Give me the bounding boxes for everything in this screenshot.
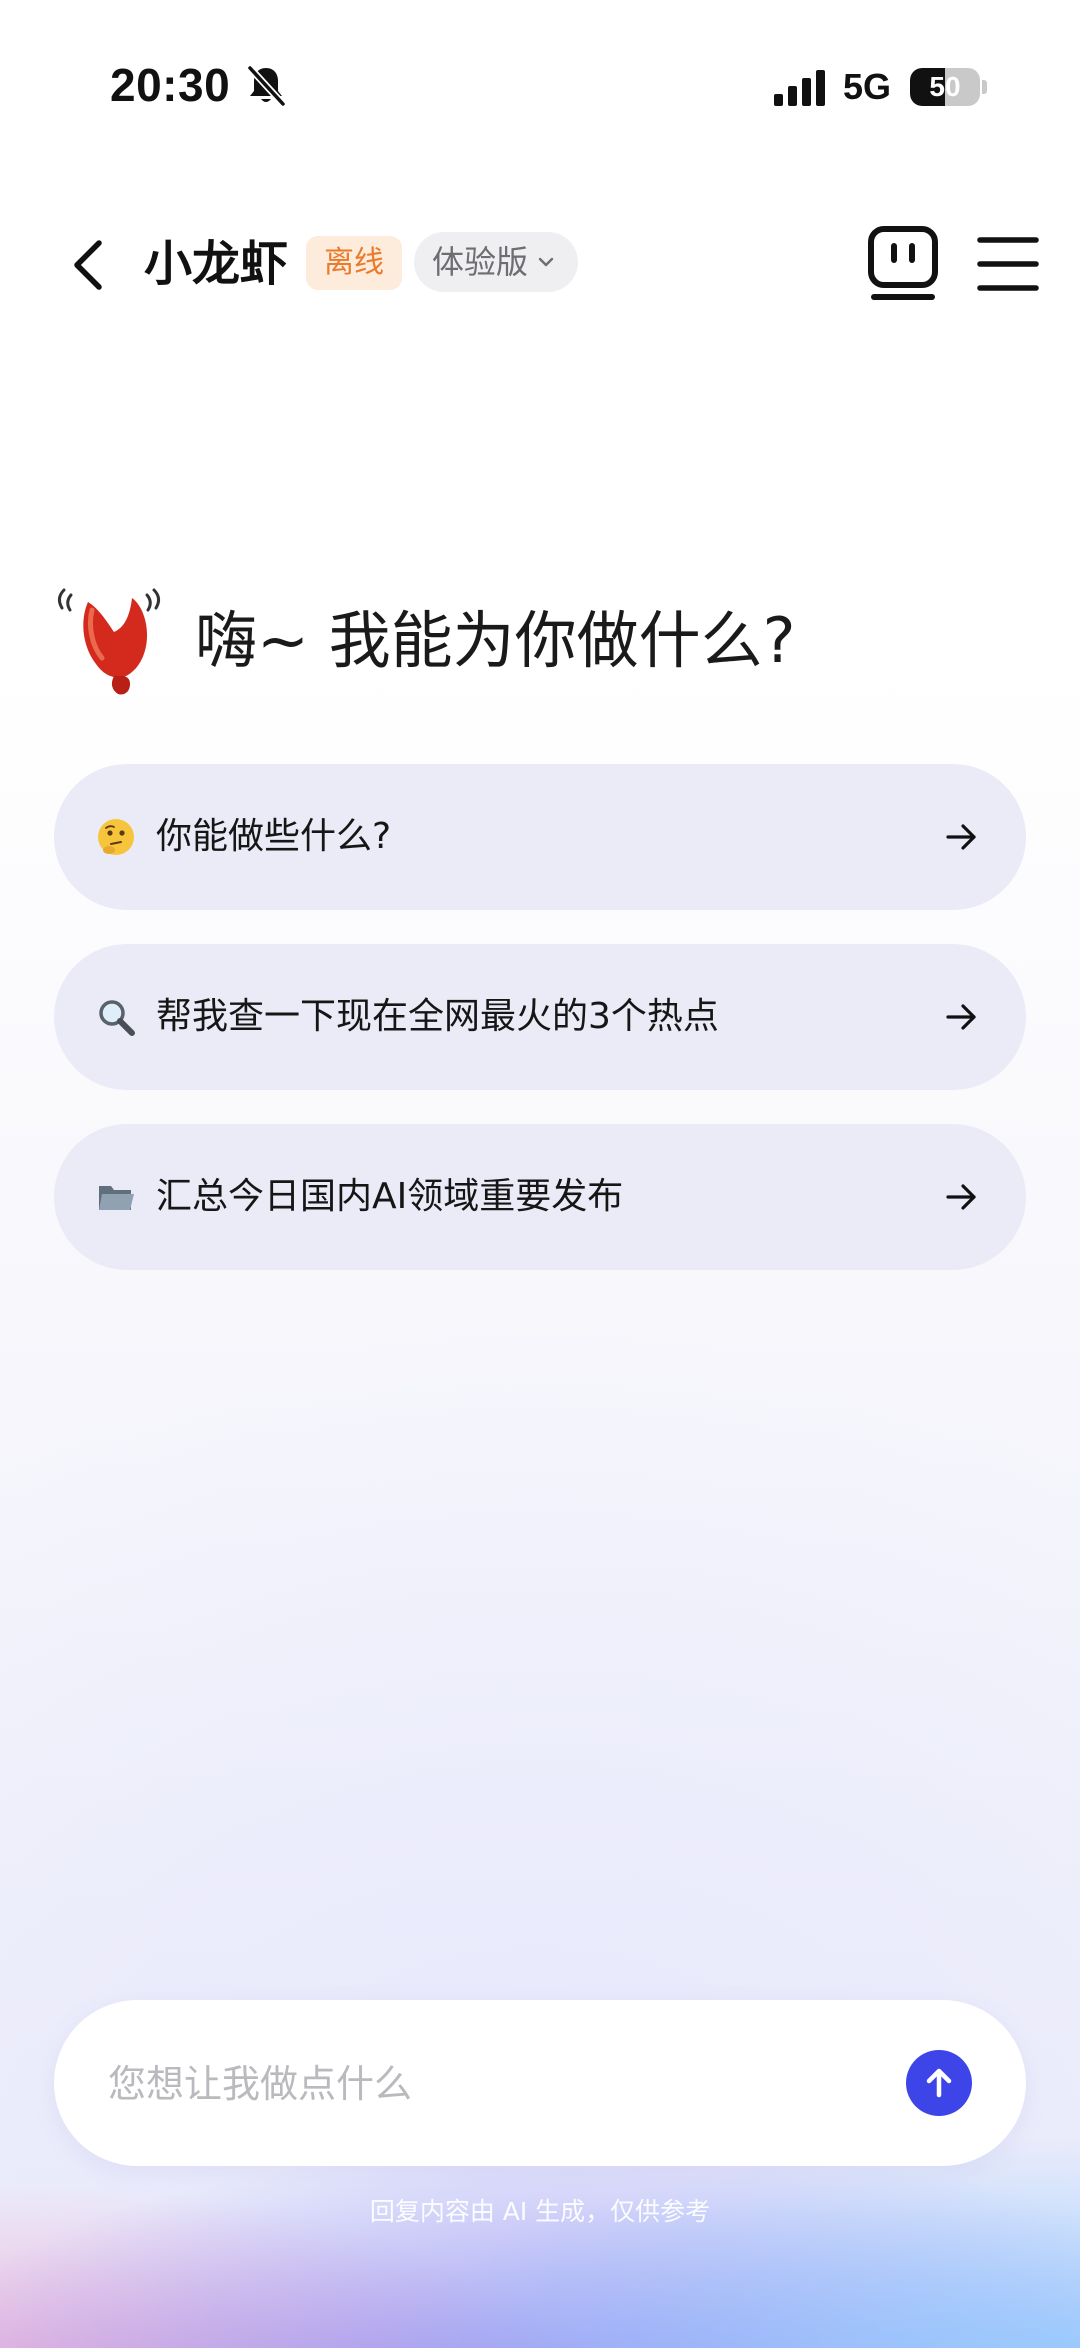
- version-dropdown[interactable]: 体验版: [414, 232, 579, 292]
- battery-cap: [982, 80, 987, 94]
- arrow-right-icon: [946, 1004, 976, 1030]
- chevron-down-icon: [538, 257, 554, 267]
- battery-icon: 50: [910, 68, 980, 106]
- suggestion-card[interactable]: 帮我查一下现在全网最火的3个热点: [54, 944, 1026, 1090]
- suggestion-text: 帮我查一下现在全网最火的3个热点: [156, 996, 719, 1037]
- message-composer: [54, 2000, 1026, 2166]
- arrow-right-icon: [946, 1184, 976, 1210]
- top-nav: 小龙虾 离线 体验版: [0, 210, 1080, 320]
- status-time: 20:30: [110, 59, 231, 111]
- suggestion-text: 你能做些什么?: [156, 816, 392, 857]
- message-input[interactable]: [106, 2040, 870, 2128]
- arrow-right-icon: [946, 824, 976, 850]
- arrow-up-icon: [926, 2068, 952, 2098]
- status-badge: 离线: [306, 236, 402, 290]
- hamburger-menu-icon[interactable]: [976, 232, 1040, 296]
- thinking-face-icon: [98, 819, 134, 855]
- folder-icon: [99, 1186, 134, 1210]
- battery-level: 50: [929, 71, 961, 102]
- suggestion-card[interactable]: 汇总今日国内AI领域重要发布: [54, 1124, 1026, 1270]
- greeting-text: 嗨~ 我能为你做什么?: [195, 604, 796, 677]
- robot-face-icon[interactable]: [868, 226, 938, 302]
- chevron-left-icon: [74, 240, 102, 290]
- status-bar: 20:30 5G 50: [0, 0, 1080, 170]
- send-button[interactable]: [906, 2050, 972, 2116]
- network-type: 5G: [843, 66, 892, 107]
- version-label: 体验版: [432, 243, 529, 281]
- greeting: 嗨~ 我能为你做什么?: [52, 580, 1032, 700]
- lobster-claw-icon: [57, 588, 161, 695]
- suggestion-card[interactable]: 你能做些什么?: [54, 764, 1026, 910]
- agent-name: 小龙虾: [144, 236, 289, 292]
- ai-disclaimer: 回复内容由 AI 生成，仅供参考: [369, 2197, 711, 2226]
- suggestion-text: 汇总今日国内AI领域重要发布: [156, 1176, 624, 1217]
- signal-bars-icon: [774, 70, 825, 106]
- bell-muted-icon: [247, 65, 286, 107]
- back-button[interactable]: [56, 230, 120, 300]
- magnifier-icon: [99, 1000, 135, 1036]
